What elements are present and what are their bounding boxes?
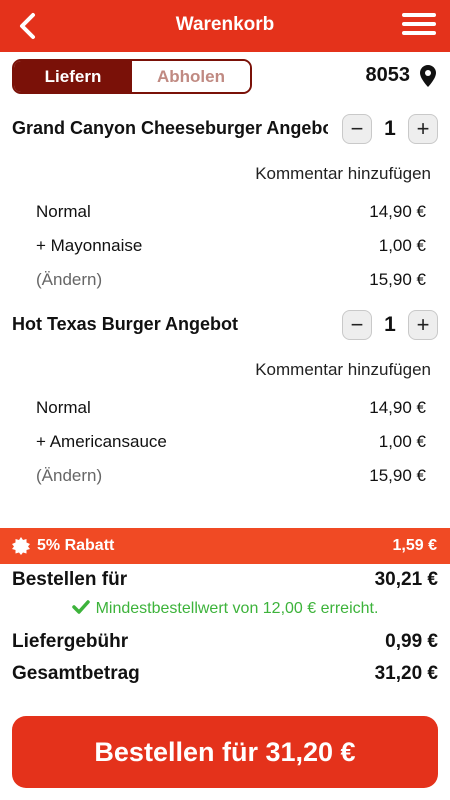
line-price: 14,90 € bbox=[369, 398, 426, 417]
increase-quantity-button[interactable]: + bbox=[408, 114, 438, 144]
location-pin-icon bbox=[420, 64, 436, 87]
delivery-fee-value: 0,99 € bbox=[385, 631, 438, 652]
discount-value: 1,59 € bbox=[392, 537, 437, 554]
tab-delivery[interactable]: Liefern bbox=[14, 61, 132, 92]
line-label: + Americansauce bbox=[36, 432, 167, 451]
item-name: Grand Canyon Cheeseburger Angebot bbox=[12, 118, 328, 138]
total-label: Gesamtbetrag bbox=[12, 663, 140, 684]
tab-pickup[interactable]: Abholen bbox=[132, 61, 250, 92]
edit-item-link[interactable]: (Ändern) bbox=[36, 466, 102, 486]
item-name: Hot Texas Burger Angebot bbox=[12, 314, 239, 334]
line-label: Normal bbox=[36, 398, 91, 417]
quantity-value: 1 bbox=[384, 117, 396, 140]
edit-item-link[interactable]: (Ändern) bbox=[36, 270, 102, 290]
line-label: + Mayonnaise bbox=[36, 236, 143, 255]
postal-code: 8053 bbox=[365, 64, 411, 86]
page-title: Warenkorb bbox=[175, 14, 275, 35]
line-price: 14,90 € bbox=[369, 202, 426, 221]
min-order-text: Mindestbestellwert von 12,00 € erreicht. bbox=[95, 600, 379, 617]
order-subtotal-label: Bestellen für bbox=[12, 569, 128, 590]
delivery-location[interactable]: 8053 bbox=[365, 64, 436, 87]
decrease-quantity-button[interactable]: − bbox=[342, 114, 372, 144]
top-bar: Warenkorb bbox=[0, 0, 450, 52]
line-price: 1,00 € bbox=[378, 432, 426, 451]
order-mode-toggle: Liefern Abholen bbox=[12, 59, 252, 94]
add-comment-link[interactable]: Kommentar hinzufügen bbox=[255, 360, 431, 380]
delivery-fee-label: Liefergebühr bbox=[12, 631, 129, 652]
item-subtotal: 15,90 € bbox=[369, 270, 426, 289]
quantity-stepper: − 1 + bbox=[342, 310, 438, 340]
checkmark-icon bbox=[71, 600, 90, 614]
discount-label: 5% Rabatt bbox=[37, 537, 115, 554]
total-value: 31,20 € bbox=[374, 663, 438, 684]
line-label: Normal bbox=[36, 202, 91, 221]
line-price: 1,00 € bbox=[378, 236, 426, 255]
min-order-note: Mindestbestellwert von 12,00 € erreicht. bbox=[0, 600, 450, 618]
hamburger-menu-icon[interactable] bbox=[402, 13, 436, 39]
add-comment-link[interactable]: Kommentar hinzufügen bbox=[255, 164, 431, 184]
discount-badge-icon bbox=[12, 537, 30, 555]
decrease-quantity-button[interactable]: − bbox=[342, 310, 372, 340]
place-order-button[interactable]: Bestellen für 31,20 € bbox=[12, 716, 438, 788]
increase-quantity-button[interactable]: + bbox=[408, 310, 438, 340]
item-subtotal: 15,90 € bbox=[369, 466, 426, 485]
discount-bar: 5% Rabatt 1,59 € bbox=[0, 528, 450, 564]
order-subtotal-value: 30,21 € bbox=[374, 569, 438, 590]
quantity-stepper: − 1 + bbox=[342, 114, 438, 144]
quantity-value: 1 bbox=[384, 313, 396, 336]
